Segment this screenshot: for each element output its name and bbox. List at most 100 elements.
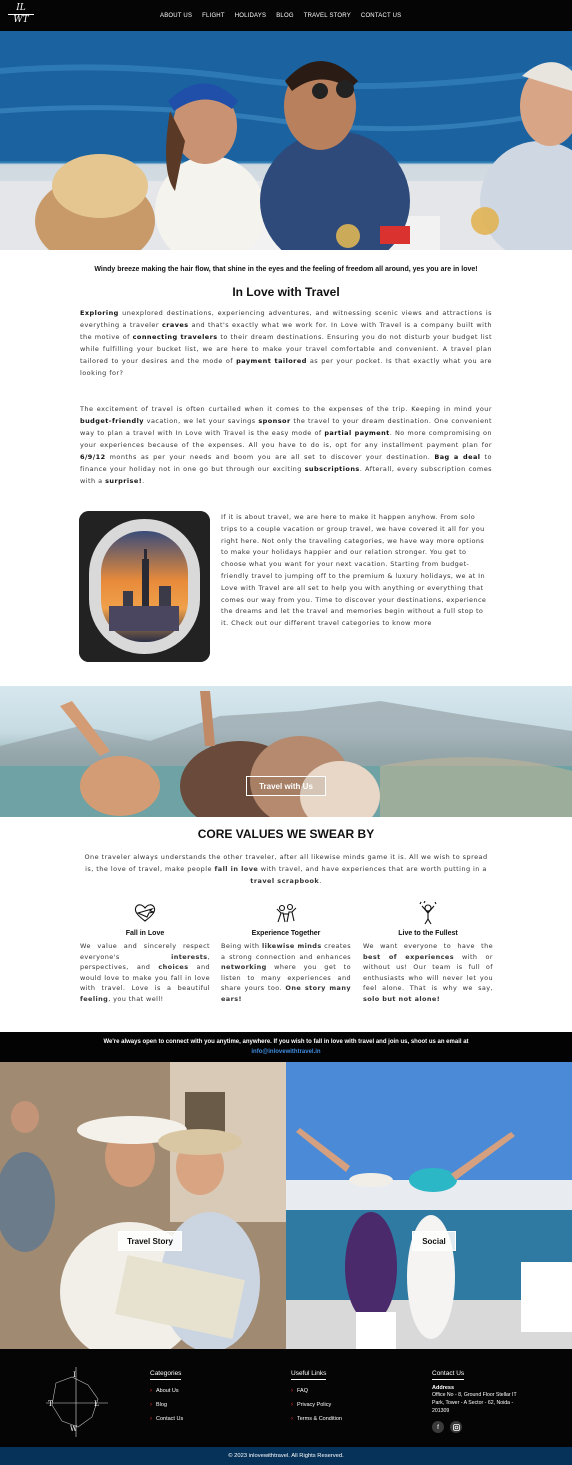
- footer-link-privacy-policy[interactable]: › Privacy Policy: [291, 1402, 342, 1408]
- map-letter-w: W: [70, 1425, 78, 1433]
- travel-story-image[interactable]: [0, 1062, 286, 1349]
- travel-story-button[interactable]: Travel Story: [118, 1231, 182, 1251]
- emphasis-text: partial payment: [324, 429, 390, 437]
- social-links: f: [432, 1421, 522, 1433]
- emphasis-text: interests: [171, 952, 208, 961]
- intro-paragraph-3: If it is about travel, we are here to ma…: [221, 513, 487, 628]
- emphasis-text: solo but not alone!: [363, 994, 441, 1003]
- emphasis-text: connecting travelers: [132, 333, 218, 341]
- airplane-window-image: [79, 511, 210, 662]
- value-fall-in-love: Fall in Love We value and sincerely resp…: [80, 901, 210, 1004]
- travel-with-us-button[interactable]: Travel with Us: [246, 776, 326, 796]
- chevron-right-icon: ›: [150, 1402, 152, 1408]
- emphasis-text: choices: [158, 963, 189, 971]
- social-illustration: [286, 1062, 572, 1349]
- value-title: Fall in Love: [125, 930, 165, 937]
- emphasis-text: fall in love: [214, 865, 259, 873]
- emphasis-text: likewise minds: [262, 942, 322, 950]
- intro-paragraph-2: The excitement of travel is often curtai…: [80, 405, 492, 485]
- value-description: We value and sincerely respect everyone'…: [80, 942, 210, 1003]
- emphasis-text: sponsor: [258, 417, 291, 425]
- chevron-right-icon: ›: [150, 1388, 152, 1394]
- footer-link-label: About Us: [156, 1388, 179, 1394]
- logo-line-1: IL: [16, 3, 26, 13]
- core-values-title: CORE VALUES WE SWEAR BY: [197, 827, 375, 841]
- nav-contact-us[interactable]: CONTACT US: [361, 13, 401, 19]
- main-menu: ABOUT US FLIGHT HOLIDAYS BLOG TRAVEL STO…: [160, 0, 401, 31]
- top-navbar: IL WT ABOUT US FLIGHT HOLIDAYS BLOG TRAV…: [0, 0, 572, 31]
- map-letter-t: T: [48, 1400, 53, 1408]
- facebook-icon[interactable]: f: [432, 1421, 444, 1433]
- footer-link-label: Contact Us: [156, 1416, 184, 1422]
- emphasis-text: One story many ears!: [221, 984, 351, 1003]
- nav-holidays[interactable]: HOLIDAYS: [235, 13, 267, 19]
- footer-link-label: Terms & Condition: [297, 1416, 342, 1422]
- footer-link-blog[interactable]: › Blog: [150, 1402, 183, 1408]
- nav-about-us[interactable]: ABOUT US: [160, 13, 192, 19]
- nav-blog[interactable]: BLOG: [276, 13, 293, 19]
- hero-tagline: Windy breeze making the hair flow, that …: [94, 266, 478, 273]
- map-letter-l: L: [94, 1400, 99, 1408]
- nav-travel-story[interactable]: TRAVEL STORY: [304, 13, 351, 19]
- value-experience-together: Experience Together Being with likewise …: [221, 901, 351, 1004]
- footer-link-label: FAQ: [297, 1388, 309, 1394]
- emphasis-text: subscriptions: [304, 465, 360, 473]
- value-title: Live to the Fullest: [398, 930, 458, 937]
- heart-plane-icon: [80, 901, 210, 927]
- band-illustration: [0, 691, 572, 817]
- intro-title: In Love with Travel: [232, 285, 340, 299]
- joyful-person-icon: [363, 901, 493, 927]
- footer-link-label: Privacy Policy: [297, 1402, 332, 1408]
- value-description: Being with likewise minds creates a stro…: [221, 942, 351, 1003]
- address-text: Office No - 8, Ground Floor Stellar IT P…: [432, 1392, 517, 1414]
- hero-image: [0, 31, 572, 250]
- people-together-icon: [221, 901, 351, 927]
- chevron-right-icon: ›: [291, 1402, 293, 1408]
- cta-text: We're always open to connect with you an…: [103, 1039, 469, 1045]
- site-logo[interactable]: IL WT: [8, 3, 34, 27]
- footer-link-faq[interactable]: › FAQ: [291, 1388, 342, 1394]
- footer-contact: Contact Us Address Office No - 8, Ground…: [432, 1362, 522, 1433]
- travel-band-image: [0, 686, 572, 817]
- value-title: Experience Together: [251, 930, 321, 937]
- cta-email-link[interactable]: info@inlovewithtravel.in: [251, 1049, 320, 1055]
- emphasis-text: surprise!: [105, 477, 143, 485]
- footer-link-terms[interactable]: › Terms & Condition: [291, 1416, 342, 1422]
- intro-paragraph-1: Exploring unexplored destinations, exper…: [80, 309, 493, 377]
- social-button[interactable]: Social: [412, 1231, 456, 1251]
- emphasis-text: travel scrapbook: [250, 877, 320, 885]
- footer-links-title: Useful Links: [291, 1370, 327, 1380]
- chevron-right-icon: ›: [291, 1388, 293, 1394]
- emphasis-text: networking: [221, 963, 267, 971]
- footer-useful-links: Useful Links › FAQ › Privacy Policy › Terms…: [291, 1362, 342, 1422]
- hero-illustration: [0, 31, 572, 250]
- emphasis-text: craves: [161, 321, 189, 329]
- social-image[interactable]: [286, 1062, 572, 1349]
- chevron-right-icon: ›: [291, 1416, 293, 1422]
- core-values-intro: One traveler always understands the othe…: [84, 853, 488, 885]
- footer-link-label: Blog: [156, 1402, 168, 1408]
- emphasis-text: best of experiences: [363, 952, 454, 961]
- map-letter-i: I: [73, 1371, 76, 1379]
- footer-link-about-us[interactable]: › About Us: [150, 1388, 183, 1394]
- emphasis-text: Bag a deal: [434, 453, 481, 461]
- footer-categories-title: Categories: [150, 1370, 182, 1380]
- logo-line-2: WT: [8, 14, 34, 25]
- window-illustration: [79, 511, 210, 662]
- contact-cta-banner: We're always open to connect with you an…: [0, 1032, 572, 1062]
- emphasis-text: 6/9/12: [80, 453, 106, 461]
- value-live-to-the-fullest: Live to the Fullest We want everyone to …: [363, 901, 493, 1004]
- copyright-bar: © 2023 inlovewithtravel. All Rights Rese…: [0, 1447, 572, 1465]
- travel-story-illustration: [0, 1062, 286, 1349]
- value-description: We want everyone to have the best of exp…: [363, 942, 493, 1003]
- site-footer: I L W T Categories › About Us › Blog › Cont…: [0, 1349, 572, 1447]
- footer-contact-title: Contact Us: [432, 1370, 465, 1380]
- instagram-icon[interactable]: [450, 1421, 462, 1433]
- emphasis-text: feeling: [80, 994, 109, 1003]
- footer-categories: Categories › About Us › Blog › Contact Us: [150, 1362, 183, 1422]
- compass-map-logo: I L W T: [46, 1367, 108, 1437]
- emphasis-text: Exploring: [80, 309, 119, 317]
- emphasis-text: payment tailored: [236, 357, 307, 365]
- nav-flight[interactable]: FLIGHT: [202, 13, 225, 19]
- footer-link-contact-us[interactable]: › Contact Us: [150, 1416, 183, 1422]
